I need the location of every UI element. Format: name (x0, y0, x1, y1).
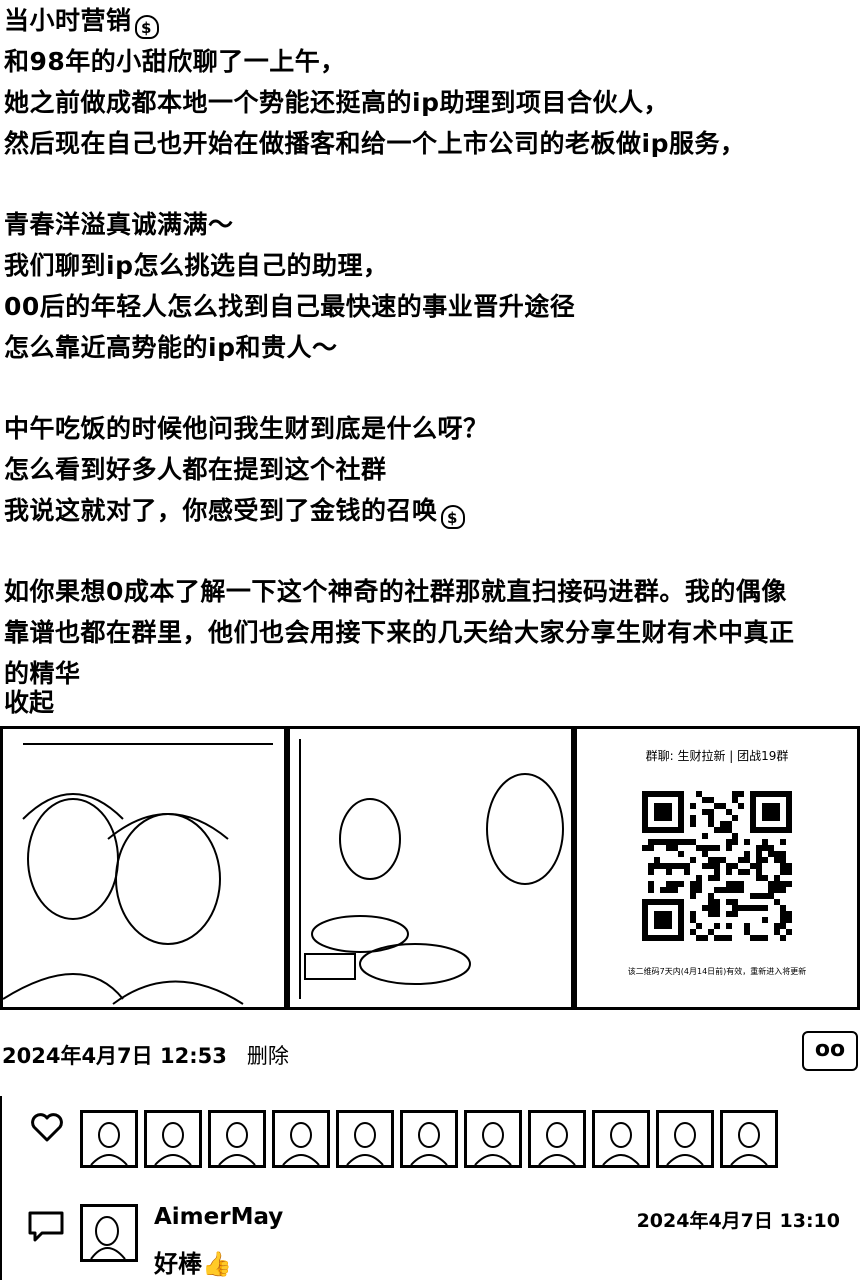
like-avatar[interactable] (528, 1110, 586, 1168)
comment-author[interactable]: AimerMay (154, 1204, 283, 1230)
photo-selfie-1[interactable] (0, 726, 287, 1010)
qr-group-title: 群聊: 生财拉新 | 团战19群 (645, 749, 789, 763)
post-line-3: 她之前做成都本地一个势能还挺高的ip助理到项目合伙人， (4, 88, 669, 117)
post-line-13: 我说这就对了，你感受到了金钱的召唤 $ (4, 490, 854, 531)
comment-icon (28, 1211, 64, 1242)
post-line-9: 怎么靠近高势能的ip和贵人～ (4, 333, 338, 362)
money-bag-icon: $ (440, 505, 465, 529)
post-meta: 2024年4月7日 12:53 删除 (2, 1040, 289, 1070)
like-avatar[interactable] (464, 1110, 522, 1168)
qr-code (642, 791, 792, 941)
money-bag-icon: $ (134, 15, 159, 39)
post-line-7: 我们聊到ip怎么挑选自己的助理， (4, 251, 389, 280)
post-line-12: 怎么看到好多人都在提到这个社群 (4, 455, 387, 484)
post-line-15: 如你果想0成本了解一下这个神奇的社群那就直扫接码进群。我的偶像 (4, 577, 787, 606)
heart-icon (31, 1113, 63, 1142)
post-line-1: 当小时营销 $ (4, 0, 854, 41)
post-line-17: 的精华 (4, 659, 81, 688)
post-line-11: 中午吃饭的时候他问我生财到底是什么呀？ (4, 414, 489, 443)
like-avatar[interactable] (336, 1110, 394, 1168)
interactions-panel: AimerMay 2024年4月7日 13:10 好棒👍 (0, 1096, 860, 1280)
post-line-6: 青春洋溢真诚满满～ (4, 210, 234, 239)
collapse-link[interactable]: 收起 (4, 683, 54, 719)
qr-code-image[interactable]: 群聊: 生财拉新 | 团战19群 该二维码7天内(4月14日前)有效，重新进入将… (574, 726, 860, 1010)
like-avatar[interactable] (656, 1110, 714, 1168)
photo-grid: 群聊: 生财拉新 | 团战19群 该二维码7天内(4月14日前)有效，重新进入将… (0, 726, 860, 1010)
photo-restaurant[interactable] (287, 726, 574, 1010)
comment-avatar[interactable] (80, 1204, 138, 1262)
post-line-8: 00后的年轻人怎么找到自己最快速的事业晋升途径 (4, 292, 576, 321)
like-avatar[interactable] (272, 1110, 330, 1168)
like-avatar[interactable] (144, 1110, 202, 1168)
post-body: 当小时营销 $ 和98年的小甜欣聊了一上午， 她之前做成都本地一个势能还挺高的ip… (4, 0, 854, 694)
like-avatar[interactable] (720, 1110, 778, 1168)
like-avatar[interactable] (592, 1110, 650, 1168)
qr-expiry-note: 该二维码7天内(4月14日前)有效，重新进入将更新 (627, 967, 807, 976)
like-avatar[interactable] (80, 1110, 138, 1168)
comment-time: 2024年4月7日 13:10 (636, 1210, 840, 1232)
post-line-4: 然后现在自己也开始在做播客和给一个上市公司的老板做ip服务， (4, 129, 746, 158)
more-actions-button[interactable]: oo (802, 1031, 858, 1071)
like-avatar[interactable] (400, 1110, 458, 1168)
post-timestamp: 2024年4月7日 12:53 (2, 1044, 227, 1068)
like-avatar[interactable] (208, 1110, 266, 1168)
post-line-16: 靠谱也都在群里，他们也会用接下来的几天给大家分享生财有术中真正 (4, 618, 795, 647)
post-line-2: 和98年的小甜欣聊了一上午， (4, 47, 346, 76)
delete-link[interactable]: 删除 (247, 1044, 289, 1068)
comment-text: 好棒👍 (154, 1250, 232, 1278)
